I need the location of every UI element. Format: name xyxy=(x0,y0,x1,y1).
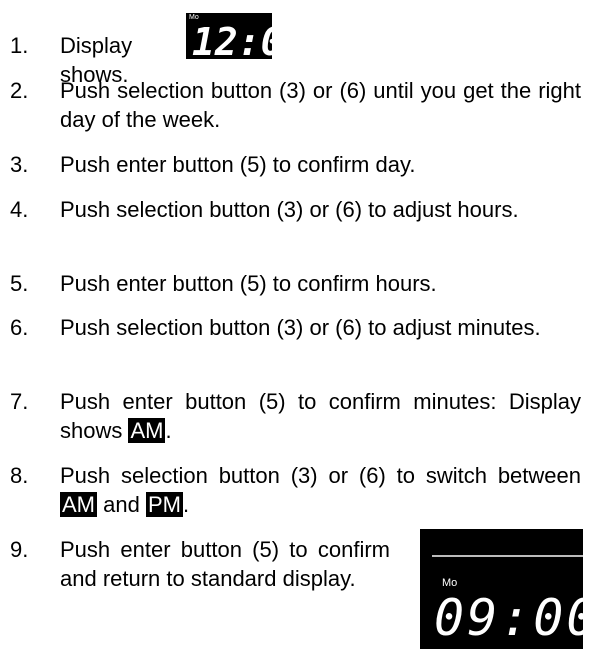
lcd-display-large: Mo 09:00 xyxy=(420,529,591,649)
step-text-part: Push selection button (3) or (6) to swit… xyxy=(60,463,581,488)
step-number: 7. xyxy=(10,389,29,414)
step-text: Push enter button (5) to confirm hours. xyxy=(60,271,437,296)
step-text: Push enter button (5) to confirm minutes… xyxy=(60,387,581,445)
step-text: Push selection button (3) or (6) until y… xyxy=(60,78,581,132)
step-number: 3. xyxy=(10,152,29,177)
pm-indicator: PM xyxy=(145,492,183,517)
step-number: 6. xyxy=(10,315,29,340)
am-indicator: AM xyxy=(60,492,97,517)
step-number: 9. xyxy=(10,537,29,562)
lcd-day-label: Mo xyxy=(442,577,458,589)
lcd-time: 09:00 xyxy=(434,589,591,647)
lcd-divider-line xyxy=(432,555,583,557)
step-text: Push enter button (5) to confirm and ret… xyxy=(60,537,390,591)
step-number: 8. xyxy=(10,463,29,488)
lcd-time: 12:00 xyxy=(192,20,307,64)
step-text: Push selection button (3) or (6) to adju… xyxy=(60,315,541,340)
step-text: Push enter button (5) to confirm day. xyxy=(60,152,416,177)
step-text-part: . xyxy=(182,492,190,517)
step-text-part: . xyxy=(165,418,172,443)
step-text: Push selection button (3) or (6) to swit… xyxy=(60,461,581,519)
lcd-display-small: Mo 12:00 xyxy=(186,13,306,64)
step-number: 5. xyxy=(10,271,29,296)
step-number: 2. xyxy=(10,78,29,103)
step-number: 1. xyxy=(10,33,29,58)
step-text-part: and xyxy=(97,492,146,517)
am-indicator: AM xyxy=(128,418,166,443)
step-number: 4. xyxy=(10,197,29,222)
step-text: Push selection button (3) or (6) to adju… xyxy=(60,197,519,222)
